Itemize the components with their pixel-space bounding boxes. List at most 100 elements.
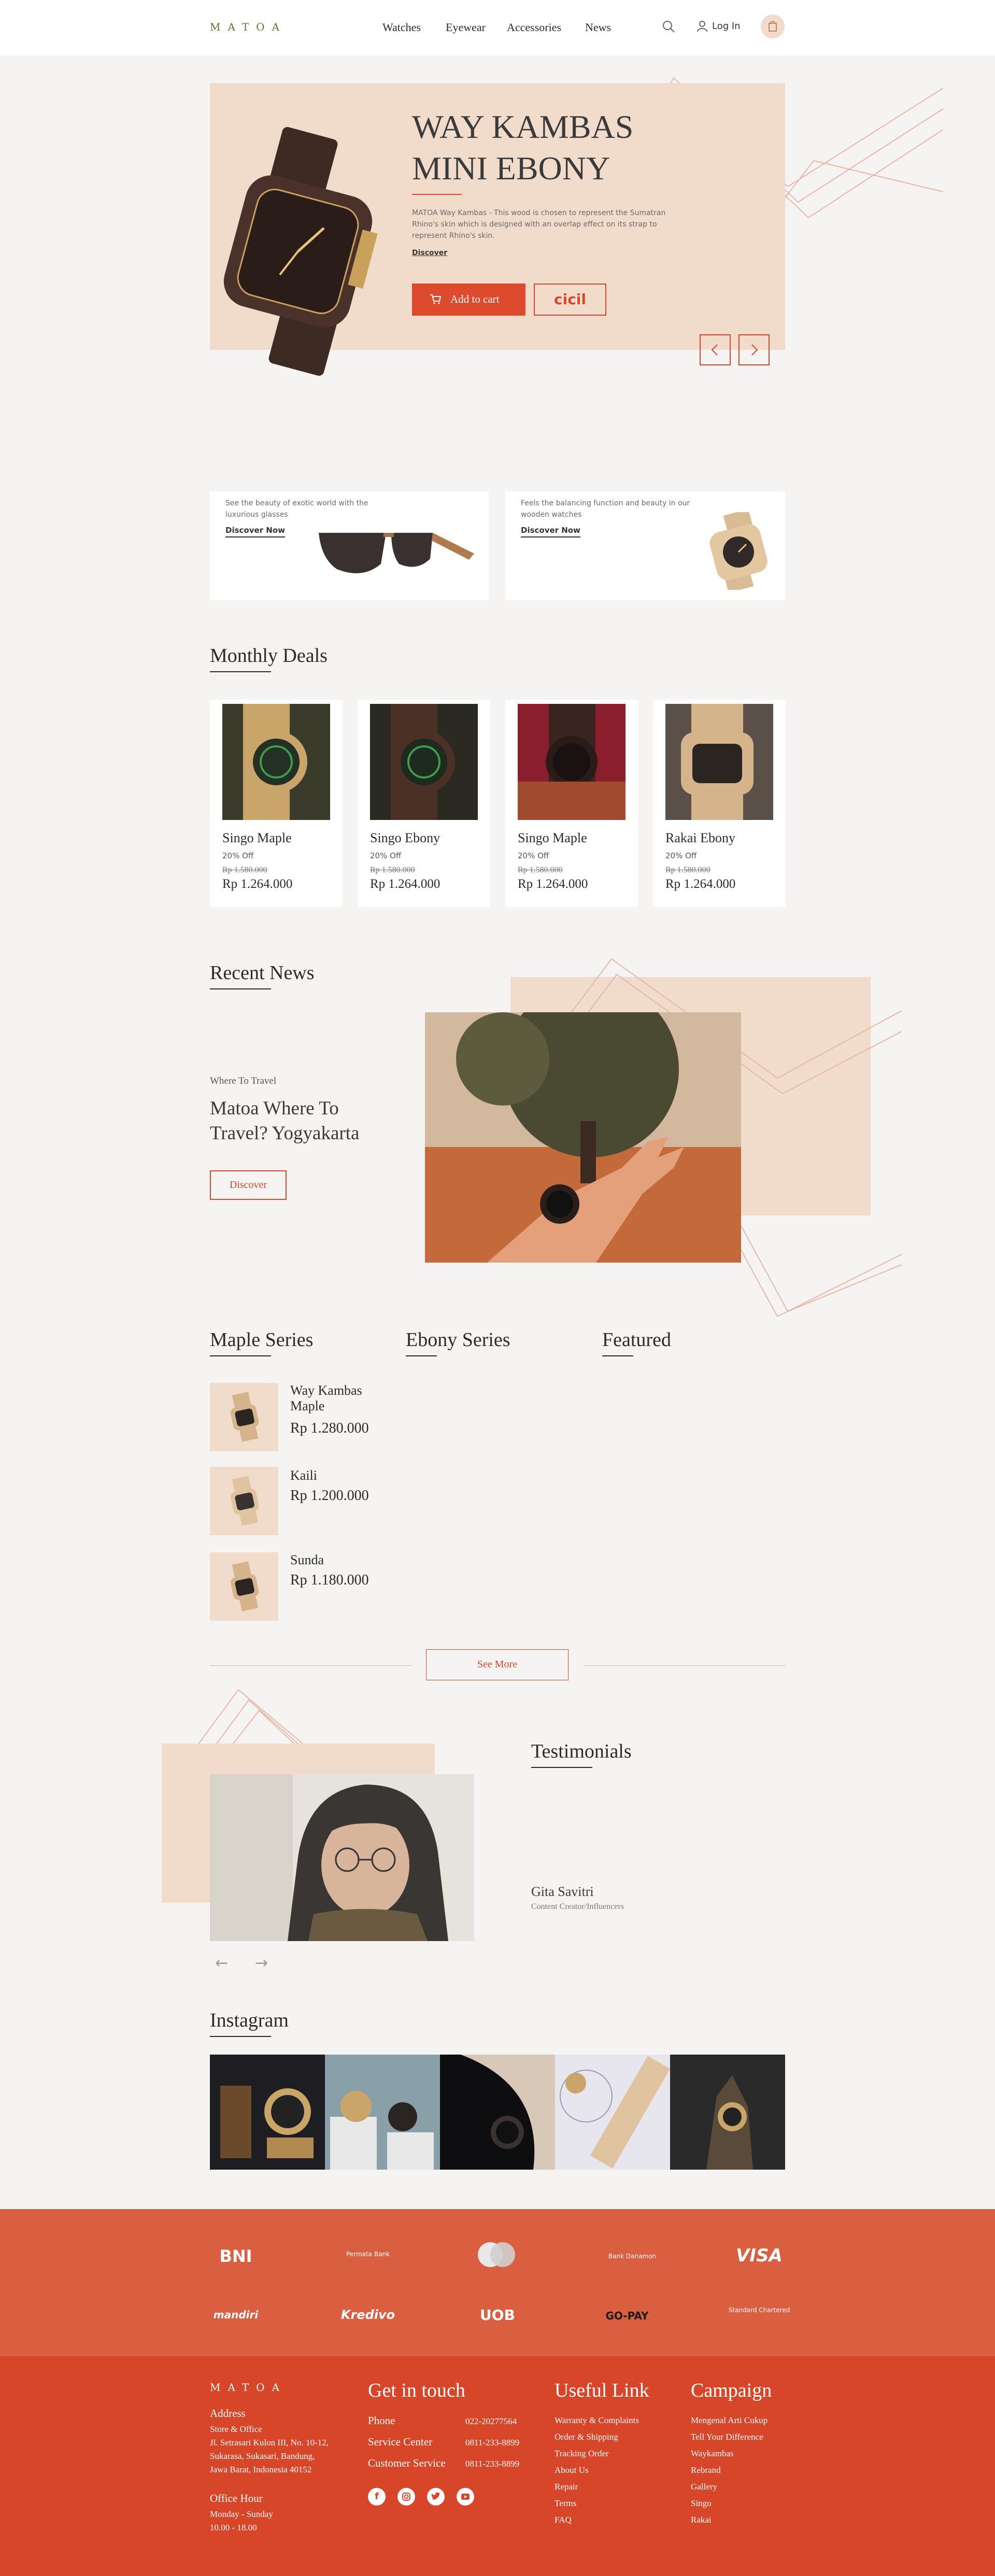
login-link[interactable]: Log In xyxy=(712,21,741,32)
chevron-left-icon xyxy=(711,344,718,356)
campaign-link[interactable]: Singo xyxy=(691,2495,767,2512)
youtube-icon[interactable] xyxy=(457,2488,474,2506)
instagram-photo[interactable] xyxy=(555,2055,671,2170)
maple-series-title[interactable]: Maple Series xyxy=(210,1328,313,1351)
product-price: Rp 1.264.000 xyxy=(222,877,293,891)
testimonial-next-arrow[interactable]: → xyxy=(255,1954,268,1972)
cicil-logo: cicil xyxy=(554,291,586,308)
series-item-name-line2: Maple xyxy=(290,1398,325,1413)
monthly-deals-underline xyxy=(210,671,271,672)
useful-link[interactable]: Repair xyxy=(555,2479,639,2495)
promo-card-watches[interactable]: Feels the balancing function and beauty … xyxy=(505,491,785,600)
promo-discover-link[interactable]: Discover Now xyxy=(521,526,581,537)
useful-link[interactable]: Terms xyxy=(555,2495,639,2512)
get-in-touch-title: Get in touch xyxy=(368,2380,465,2401)
instagram-photo[interactable] xyxy=(440,2055,555,2170)
series-item-image[interactable] xyxy=(210,1467,278,1535)
product-discount: 20% Off xyxy=(518,851,549,860)
partner-logo-uob: UOB xyxy=(480,2306,515,2324)
campaign-link[interactable]: Tell Your Difference xyxy=(691,2429,767,2445)
contact-value[interactable]: 022-20277564 xyxy=(465,2416,517,2427)
hero-discover-link[interactable]: Discover xyxy=(412,249,447,257)
footer-logo[interactable]: MATOA xyxy=(210,2381,287,2394)
product-card[interactable]: Singo Ebony 20% Off Rp 1.580.000 Rp 1.26… xyxy=(358,700,490,907)
contact-label: Customer Service xyxy=(368,2457,446,2469)
nav-accessories[interactable]: Accessories xyxy=(507,21,561,34)
sunglasses-image xyxy=(319,533,474,573)
contact-value[interactable]: 0811-233-8899 xyxy=(465,2459,519,2469)
campaign-link[interactable]: Gallery xyxy=(691,2479,767,2495)
series-item-name[interactable]: Way Kambas Maple xyxy=(290,1383,362,1414)
product-price: Rp 1.264.000 xyxy=(518,877,588,891)
hero-next-button[interactable] xyxy=(738,334,770,365)
instagram-photo[interactable] xyxy=(670,2055,785,2170)
instagram-photo[interactable] xyxy=(325,2055,440,2170)
partner-logo-mastercard xyxy=(476,2241,517,2268)
product-card[interactable]: Singo Maple 20% Off Rp 1.580.000 Rp 1.26… xyxy=(210,700,343,907)
news-image[interactable] xyxy=(425,981,741,1263)
campaign-link[interactable]: Rebrand xyxy=(691,2462,767,2479)
instagram-photo[interactable] xyxy=(210,2055,325,2170)
featured-title[interactable]: Featured xyxy=(602,1328,671,1351)
add-to-cart-button[interactable]: Add to cart xyxy=(412,284,525,316)
series-item-name[interactable]: Sunda xyxy=(290,1552,324,1568)
chevron-right-icon xyxy=(751,344,758,356)
address-title: Address xyxy=(210,2407,246,2419)
useful-link[interactable]: Order & Shipping xyxy=(555,2429,639,2445)
series-item-image[interactable] xyxy=(210,1552,278,1621)
series-item-image[interactable] xyxy=(210,1383,278,1451)
useful-link[interactable]: FAQ xyxy=(555,2512,639,2528)
testimonial-prev-arrow[interactable]: ← xyxy=(215,1954,228,1972)
campaign-link[interactable]: Mengenal Arti Cukup xyxy=(691,2412,767,2429)
campaign-link[interactable]: Rakai xyxy=(691,2512,767,2528)
see-more-button[interactable]: See More xyxy=(426,1649,568,1680)
series-item-name-line1: Way Kambas xyxy=(290,1383,362,1398)
recent-news-underline xyxy=(210,988,271,989)
address-line: Sukarasa, Sukasari, Bandung, xyxy=(210,2451,315,2461)
nav-eyewear[interactable]: Eyewear xyxy=(446,21,486,34)
hero-title-divider xyxy=(412,194,462,195)
useful-link[interactable]: Tracking Order xyxy=(555,2445,639,2462)
product-discount: 20% Off xyxy=(370,851,402,860)
useful-link-title: Useful Link xyxy=(555,2380,649,2401)
facebook-icon[interactable]: f xyxy=(368,2488,386,2506)
useful-link[interactable]: Warranty & Complaints xyxy=(555,2412,639,2429)
partner-logo-permata: Permata Bank xyxy=(346,2251,390,2258)
news-discover-button[interactable]: Discover xyxy=(210,1170,287,1200)
product-price: Rp 1.264.000 xyxy=(665,877,736,891)
instagram-icon[interactable] xyxy=(397,2488,415,2506)
cicil-button[interactable]: cicil xyxy=(534,284,606,316)
ebony-series-title[interactable]: Ebony Series xyxy=(406,1328,510,1351)
product-discount: 20% Off xyxy=(665,851,697,860)
news-headline-line1: Matoa Where To xyxy=(210,1098,339,1119)
contact-label: Phone xyxy=(368,2414,395,2427)
see-more-divider-left xyxy=(210,1665,411,1666)
hero-description: MATOA Way Kambas - This wood is chosen t… xyxy=(412,209,666,240)
cart-icon[interactable] xyxy=(761,15,785,38)
promo-card-eyewear[interactable]: See the beauty of exotic world with the … xyxy=(210,491,489,600)
useful-link[interactable]: About Us xyxy=(555,2462,639,2479)
product-image xyxy=(222,704,330,820)
nav-news[interactable]: News xyxy=(585,21,611,34)
nav-watches[interactable]: Watches xyxy=(382,21,421,34)
product-card[interactable]: Singo Maple 20% Off Rp 1.580.000 Rp 1.26… xyxy=(505,700,638,907)
contact-value[interactable]: 0811-233-8899 xyxy=(465,2438,519,2448)
user-icon[interactable] xyxy=(697,21,707,32)
series-item-name[interactable]: Kaili xyxy=(290,1468,317,1483)
product-image xyxy=(518,704,626,820)
product-image xyxy=(665,704,773,820)
search-icon[interactable] xyxy=(662,20,675,33)
useful-links: Warranty & Complaints Order & Shipping T… xyxy=(555,2412,639,2528)
promo-discover-link[interactable]: Discover Now xyxy=(225,526,286,537)
product-card[interactable]: Rakai Ebony 20% Off Rp 1.580.000 Rp 1.26… xyxy=(653,700,786,907)
address-block: Store & Office Jl. Setrasari Kulon III, … xyxy=(210,2423,329,2476)
news-headline-line2: Travel? Yogyakarta xyxy=(210,1123,360,1144)
twitter-icon[interactable] xyxy=(427,2488,445,2506)
news-headline[interactable]: Matoa Where To Travel? Yogyakarta xyxy=(210,1096,359,1146)
testimonial-photo xyxy=(210,1774,474,1941)
product-name: Singo Maple xyxy=(222,830,292,845)
site-logo[interactable]: MATOA xyxy=(210,21,287,33)
product-old-price: Rp 1.580.000 xyxy=(370,866,415,874)
hero-prev-button[interactable] xyxy=(700,334,731,365)
campaign-link[interactable]: Waykambas xyxy=(691,2445,767,2462)
